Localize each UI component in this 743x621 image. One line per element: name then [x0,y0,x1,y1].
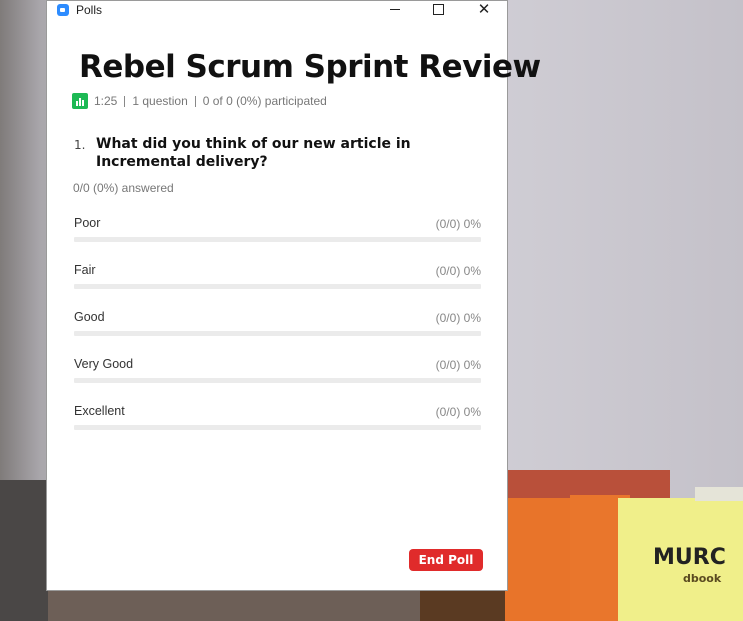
end-poll-button[interactable]: End Poll [409,549,483,571]
option-label: Good [74,310,105,324]
result-bar [74,378,481,383]
maximize-button[interactable] [423,1,453,18]
poll-title: Rebel Scrum Sprint Review [79,49,541,85]
book-subtitle-text: dbook [683,572,722,585]
option-result: (0/0) 0% [435,405,481,419]
option-result: (0/0) 0% [435,358,481,372]
option-label: Very Good [74,357,134,371]
participation-summary: 0 of 0 (0%) participated [202,94,327,108]
option-row: Very Good (0/0) 0% [74,357,481,387]
option-row: Poor (0/0) 0% [74,216,481,246]
bar-chart-icon [72,93,88,109]
result-bar [74,284,481,289]
option-result: (0/0) 0% [435,264,481,278]
option-label: Fair [74,263,96,277]
polls-window: Polls ✕ Rebel Scrum Sprint Review 1:25 1… [46,0,541,591]
elapsed-time: 1:25 [94,94,118,108]
book-yellow-top [695,487,743,501]
window-title: Polls [76,3,103,17]
book-orange-top [505,470,670,498]
close-icon: ✕ [477,0,491,18]
question-count: 1 question [132,94,188,108]
answered-summary: 0/0 (0%) answered [73,181,174,195]
zoom-camera-icon [57,4,69,16]
question-number: 1. [74,138,86,152]
result-bar [74,237,481,242]
option-row: Fair (0/0) 0% [74,263,481,293]
maximize-icon [432,4,444,15]
question-text: What did you think of our new article in… [96,136,411,170]
shelf [48,590,428,621]
option-label: Poor [74,216,101,230]
close-button[interactable]: ✕ [469,1,499,18]
result-bar [74,331,481,336]
result-bar [74,425,481,430]
shadow [0,480,48,621]
poll-meta: 1:25 1 question 0 of 0 (0%) participated [72,93,327,109]
option-result: (0/0) 0% [435,311,481,325]
book-title-text: MURC [653,545,726,570]
option-result: (0/0) 0% [435,217,481,231]
option-label: Excellent [74,404,125,418]
option-row: Excellent (0/0) 0% [74,404,481,434]
divider [194,95,196,107]
minimize-button[interactable] [380,1,410,18]
minimize-icon [390,9,400,10]
title-bar[interactable]: Polls ✕ [47,1,507,18]
divider [124,95,126,107]
option-row: Good (0/0) 0% [74,310,481,340]
